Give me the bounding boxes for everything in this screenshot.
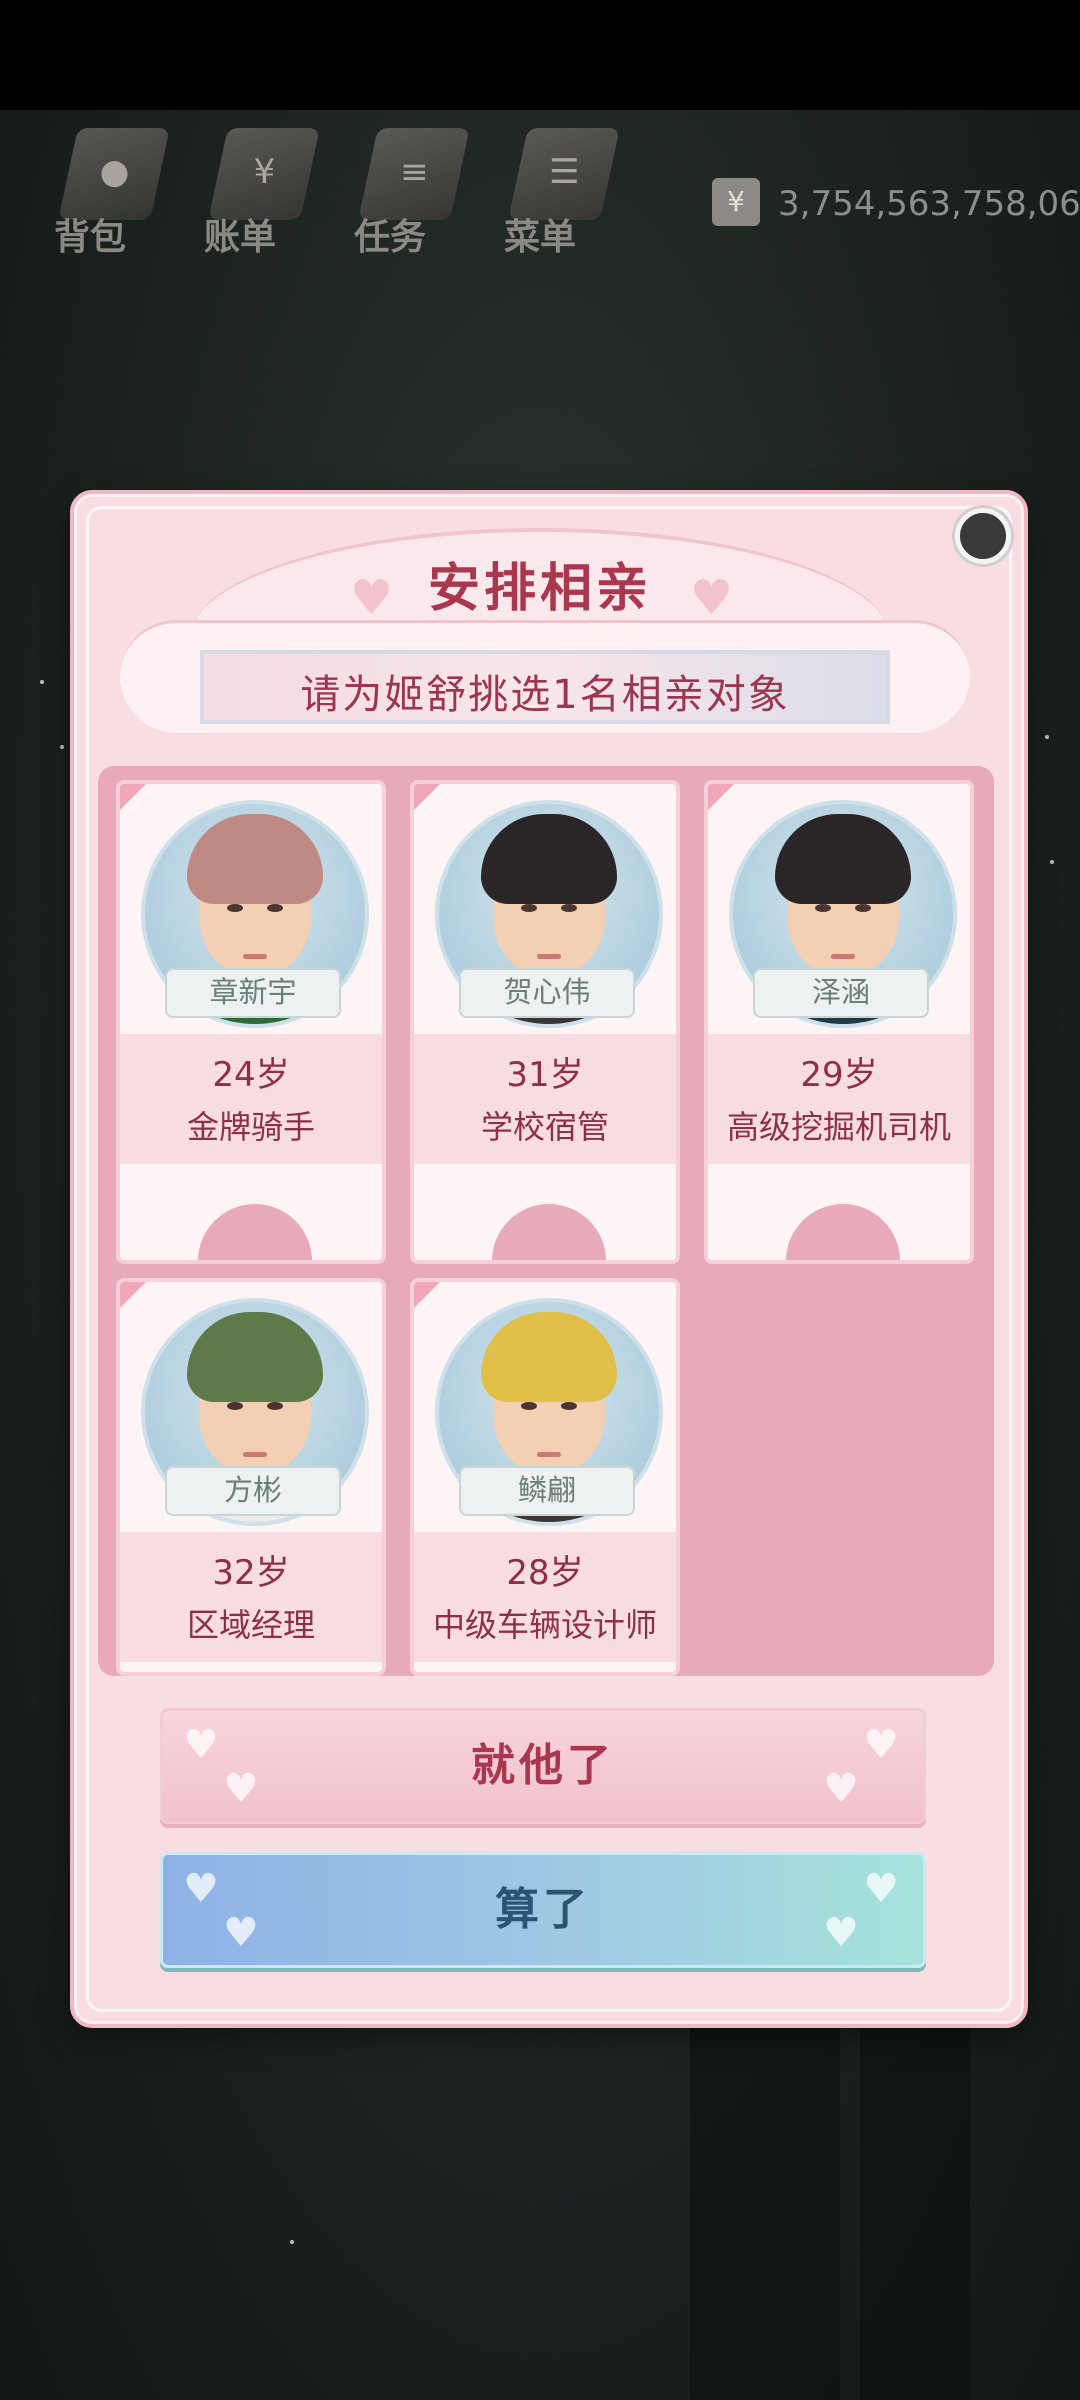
dialog-subtitle: 请为姬舒挑选1名相亲对象 xyxy=(300,672,790,718)
heart-icon: ♥ xyxy=(183,1722,223,1768)
candidate-eye xyxy=(227,1402,243,1410)
candidate-eye xyxy=(815,904,831,912)
dialog-title: 安排相亲 xyxy=(427,559,652,619)
background-sparkle xyxy=(40,680,44,684)
heart-icon: ♥ xyxy=(223,1910,263,1956)
candidate-eye xyxy=(521,904,537,912)
confirm-button[interactable]: ♥ ♥ ♥ ♥ 就他了 xyxy=(160,1708,926,1824)
candidate-name: 泽涵 xyxy=(753,968,929,1018)
candidate-mouth xyxy=(243,954,267,959)
candidate-eye xyxy=(267,1402,283,1410)
candidate-job: 高级挖掘机司机 xyxy=(726,1108,951,1146)
candidate-card[interactable]: 章新宇 24岁 金牌骑手 xyxy=(116,780,386,1264)
hud-task-label: 任务 xyxy=(353,217,426,258)
hud-bill-label: 账单 xyxy=(203,217,276,258)
candidate-eye xyxy=(561,904,577,912)
cancel-button-label: 算了 xyxy=(495,1884,591,1935)
candidate-eye xyxy=(521,1402,537,1410)
subtitle-banner: 请为姬舒挑选1名相亲对象 xyxy=(200,650,890,724)
candidate-age: 29岁 xyxy=(800,1055,878,1095)
candidate-name: 贺心伟 xyxy=(459,968,635,1018)
background-sparkle xyxy=(1050,860,1054,864)
card-notch xyxy=(786,1204,900,1260)
candidate-name: 方彬 xyxy=(165,1466,341,1516)
card-corner xyxy=(120,784,146,810)
candidate-card[interactable]: 贺心伟 31岁 学校宿管 xyxy=(410,780,680,1264)
candidate-age: 32岁 xyxy=(212,1553,290,1593)
candidate-job: 金牌骑手 xyxy=(186,1108,315,1146)
bill-icon: ¥ xyxy=(208,128,320,220)
hud-menu-label: 菜单 xyxy=(503,217,576,258)
candidate-hair xyxy=(775,814,911,904)
candidate-eye xyxy=(855,904,871,912)
heart-icon: ♥ xyxy=(823,1910,863,1956)
candidate-card[interactable]: 鳞翩 28岁 中级车辆设计师 xyxy=(410,1278,680,1676)
task-icon: ≡ xyxy=(358,128,470,220)
candidate-mouth xyxy=(537,1452,561,1457)
heart-icon: ♥ xyxy=(823,1766,863,1812)
card-notch xyxy=(492,1204,606,1260)
candidate-job: 区域经理 xyxy=(186,1606,315,1644)
heart-icon: ♥ xyxy=(863,1722,903,1768)
candidate-eye xyxy=(561,1402,577,1410)
card-corner xyxy=(414,784,440,810)
background-sparkle xyxy=(60,745,64,749)
hud-menu-button[interactable]: ☰ 菜单 xyxy=(480,120,620,260)
candidate-job: 中级车辆设计师 xyxy=(432,1606,657,1644)
candidate-card[interactable]: 方彬 32岁 区域经理 xyxy=(116,1278,386,1676)
menu-icon: ☰ xyxy=(508,128,620,220)
backpack-icon: ● xyxy=(58,128,170,220)
candidate-name: 章新宇 xyxy=(165,968,341,1018)
candidate-hair xyxy=(187,1312,323,1402)
hud-backpack-button[interactable]: ● 背包 xyxy=(30,120,170,260)
candidate-hair xyxy=(187,814,323,904)
card-corner xyxy=(120,1282,146,1308)
candidate-job: 学校宿管 xyxy=(480,1108,609,1146)
background-sparkle xyxy=(290,2240,294,2244)
heart-icon: ♥ xyxy=(863,1866,903,1912)
confirm-button-label: 就他了 xyxy=(471,1740,615,1791)
background-building xyxy=(690,2020,840,2400)
heart-icon: ♥ xyxy=(183,1866,223,1912)
card-corner xyxy=(708,784,734,810)
candidate-mouth xyxy=(831,954,855,959)
money-amount: 3,754,563,758,062 xyxy=(778,184,1080,224)
hud-task-button[interactable]: ≡ 任务 xyxy=(330,120,470,260)
candidate-mouth xyxy=(537,954,561,959)
status-bar xyxy=(0,0,1080,110)
candidate-age: 28岁 xyxy=(506,1553,584,1593)
candidate-mouth xyxy=(243,1452,267,1457)
candidate-name: 鳞翩 xyxy=(459,1466,635,1516)
candidate-age: 31岁 xyxy=(506,1055,584,1095)
candidate-age: 24岁 xyxy=(212,1055,290,1095)
cancel-button[interactable]: ♥ ♥ ♥ ♥ 算了 xyxy=(160,1852,926,1968)
heart-icon: ♥ xyxy=(223,1766,263,1812)
candidate-hair xyxy=(481,1312,617,1402)
card-corner xyxy=(414,1282,440,1308)
yen-icon: ¥ xyxy=(712,178,760,226)
candidate-eye xyxy=(227,904,243,912)
candidate-card[interactable]: 泽涵 29岁 高级挖掘机司机 xyxy=(704,780,974,1264)
background-sparkle xyxy=(1045,735,1049,739)
candidate-eye xyxy=(267,904,283,912)
hud-backpack-label: 背包 xyxy=(53,217,126,258)
hud-bill-button[interactable]: ¥ 账单 xyxy=(180,120,320,260)
candidate-hair xyxy=(481,814,617,904)
card-notch xyxy=(198,1204,312,1260)
